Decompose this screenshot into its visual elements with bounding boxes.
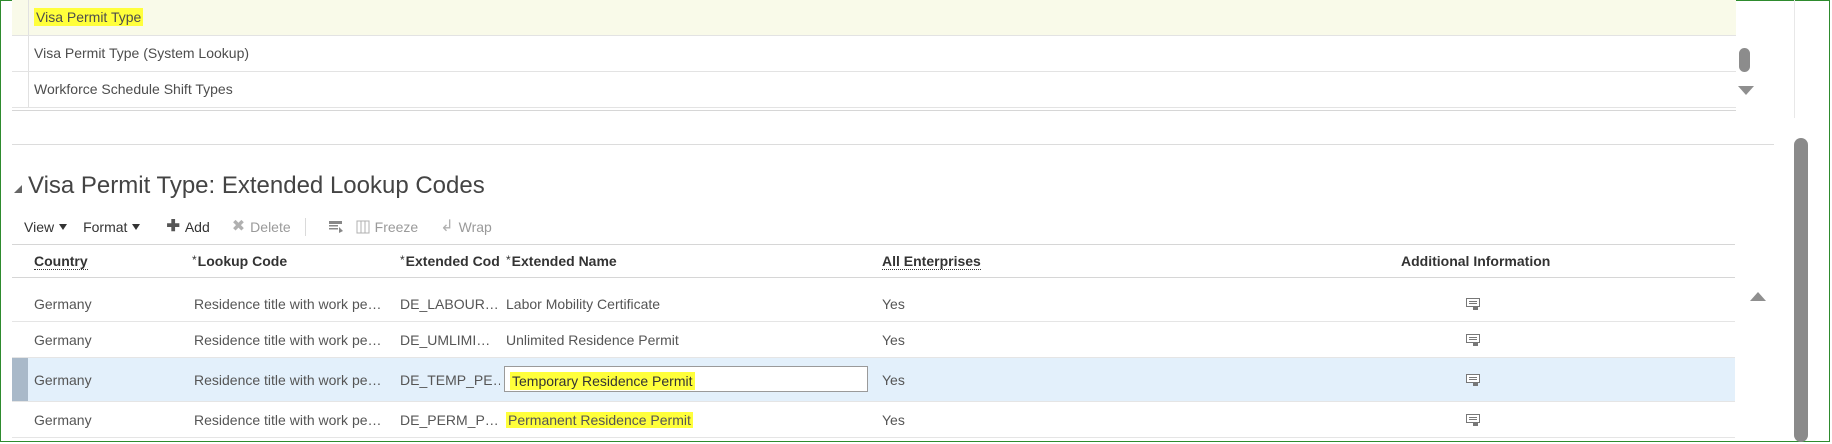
- cell-lookup-code: Residence title with work pe…: [194, 332, 382, 348]
- column-header-extended-name[interactable]: *Extended Name: [506, 253, 617, 269]
- cell-all-enterprises: Yes: [882, 332, 905, 348]
- cell-extended-code: DE_UMLIMI…: [400, 332, 491, 348]
- add-button[interactable]: ✚ Add: [166, 218, 210, 236]
- extended-lookup-codes-table: Country *Lookup Code *Extended Cod *Exte…: [12, 244, 1774, 442]
- row-gutter: [12, 36, 29, 71]
- wrap-button[interactable]: ↲ Wrap: [440, 218, 492, 236]
- scrollbar-thumb[interactable]: [1739, 48, 1750, 72]
- table-toolbar: View Format ✚ Add ✖ Delete Freeze ↲ Wrap: [24, 216, 514, 238]
- toolbar-separator: [304, 218, 306, 236]
- cell-extended-name: Unlimited Residence Permit: [506, 332, 679, 348]
- cell-extended-name: Permanent Residence Permit: [506, 412, 693, 428]
- list-item[interactable]: Visa Permit Type (System Lookup): [12, 36, 1736, 72]
- detach-table-icon: [328, 221, 343, 233]
- row-gutter: [12, 322, 28, 357]
- list-item-label: Workforce Schedule Shift Types: [34, 81, 233, 97]
- section-divider: [12, 144, 1774, 145]
- page-scrollbar[interactable]: [1794, 118, 1808, 442]
- row-gutter: [12, 286, 28, 321]
- chevron-down-icon: [59, 224, 68, 230]
- cell-lookup-code: Residence title with work pe…: [194, 372, 382, 388]
- chevron-down-icon: [132, 224, 141, 230]
- section-title: Visa Permit Type: Extended Lookup Codes: [28, 172, 485, 199]
- additional-information-icon[interactable]: [1466, 414, 1480, 426]
- wrap-arrow-icon: ↲: [440, 218, 454, 235]
- lookup-type-list: Visa Permit Type Visa Permit Type (Syste…: [12, 0, 1736, 111]
- row-gutter: [12, 72, 29, 107]
- cell-all-enterprises: Yes: [882, 296, 905, 312]
- column-header-lookup-code[interactable]: *Lookup Code: [192, 253, 287, 269]
- view-menu[interactable]: View: [24, 219, 68, 235]
- column-header-extended-code[interactable]: *Extended Cod: [400, 253, 504, 269]
- row-gutter: [12, 0, 29, 35]
- cell-extended-code: DE_PERM_P…: [400, 412, 499, 428]
- list-item-label: Visa Permit Type (System Lookup): [34, 45, 250, 61]
- column-header-all-enterprises[interactable]: All Enterprises: [882, 253, 981, 270]
- page-scroll-track: [1794, 0, 1809, 118]
- row-selection-gutter[interactable]: [12, 358, 28, 401]
- detach-button[interactable]: [328, 220, 344, 234]
- column-header-country[interactable]: Country: [34, 253, 88, 270]
- cell-country: Germany: [34, 332, 92, 348]
- table-row[interactable]: Germany Residence title with work pe… DE…: [12, 322, 1735, 358]
- collapse-triangle-icon[interactable]: [14, 185, 22, 193]
- add-button-label: Add: [184, 219, 210, 235]
- delete-button[interactable]: ✖ Delete: [231, 218, 291, 236]
- row-gutter: [12, 402, 28, 437]
- column-header-additional-information[interactable]: Additional Information: [1401, 253, 1550, 269]
- table-row[interactable]: Germany Residence title with work pe… DE…: [12, 286, 1735, 322]
- view-menu-label: View: [24, 219, 55, 235]
- cell-all-enterprises: Yes: [882, 372, 905, 388]
- list-item[interactable]: Workforce Schedule Shift Types: [12, 72, 1736, 108]
- cell-extended-name: Labor Mobility Certificate: [506, 296, 661, 312]
- format-menu-label: Format: [83, 219, 128, 235]
- cell-lookup-code: Residence title with work pe…: [194, 296, 382, 312]
- list-scrollbar[interactable]: [1736, 0, 1754, 110]
- freeze-button[interactable]: Freeze: [356, 219, 419, 235]
- page-scrollbar-thumb[interactable]: [1794, 138, 1808, 442]
- cell-country: Germany: [34, 372, 92, 388]
- cell-extended-code: DE_TEMP_PE…: [400, 372, 500, 388]
- cell-extended-code: DE_LABOUR…: [400, 296, 499, 312]
- cell-all-enterprises: Yes: [882, 412, 905, 428]
- additional-information-icon[interactable]: [1466, 298, 1480, 310]
- plus-icon: ✚: [166, 218, 180, 235]
- cell-country: Germany: [34, 412, 92, 428]
- table-header-row: Country *Lookup Code *Extended Cod *Exte…: [12, 244, 1735, 278]
- list-item[interactable]: Visa Permit Type: [12, 0, 1736, 36]
- additional-information-icon[interactable]: [1466, 334, 1480, 346]
- extended-name-input-value: Temporary Residence Permit: [510, 372, 695, 390]
- wrap-button-label: Wrap: [458, 219, 492, 235]
- table-row-selected[interactable]: Germany Residence title with work pe… DE…: [12, 358, 1735, 402]
- format-menu[interactable]: Format: [83, 219, 141, 235]
- table-row[interactable]: Germany Residence title with work pe… DE…: [12, 402, 1735, 438]
- delete-x-icon: ✖: [231, 218, 246, 235]
- additional-information-icon[interactable]: [1466, 374, 1480, 386]
- cell-country: Germany: [34, 296, 92, 312]
- cell-lookup-code: Residence title with work pe…: [194, 412, 382, 428]
- scroll-down-icon[interactable]: [1738, 86, 1754, 95]
- delete-button-label: Delete: [250, 219, 291, 235]
- scroll-up-icon[interactable]: [1750, 292, 1766, 301]
- freeze-button-label: Freeze: [374, 219, 419, 235]
- list-item-label: Visa Permit Type: [34, 8, 144, 26]
- freeze-columns-icon: [356, 220, 370, 234]
- extended-name-input[interactable]: Temporary Residence Permit: [504, 366, 868, 392]
- section-header: Visa Permit Type: Extended Lookup Codes: [14, 172, 485, 200]
